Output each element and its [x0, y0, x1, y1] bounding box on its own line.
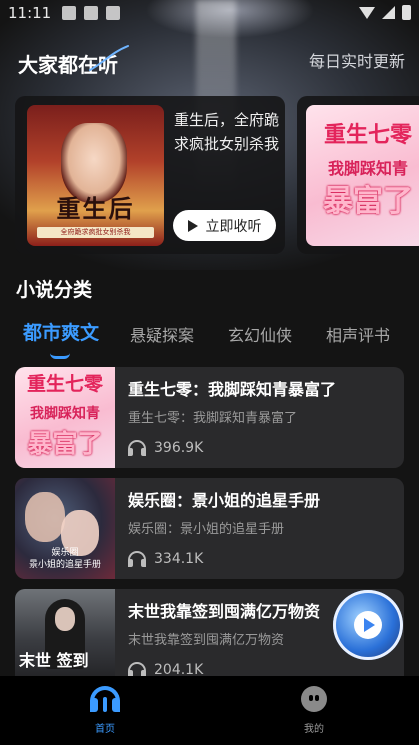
play-icon: [354, 611, 382, 639]
notification-icons: [62, 6, 120, 20]
play-count-value: 334.1K: [154, 551, 204, 567]
font-icon: [84, 6, 98, 20]
nav-me-label: 我的: [304, 724, 324, 735]
category-tabs: 都市爽文 悬疑探案 玄幻仙侠 相声评书: [0, 318, 419, 359]
item-cover: 娱乐圈 景小姐的追星手册: [15, 478, 115, 579]
headphones-icon: [90, 686, 120, 712]
cover-title-art: 重生七零 我脚踩知青 暴富了: [323, 123, 413, 219]
item-cover: 重生七零 我脚踩知青 暴富了: [15, 367, 115, 468]
next-featured-cover[interactable]: 重生七零 我脚踩知青 暴富了: [306, 105, 419, 246]
wifi-icon: [359, 6, 375, 19]
listen-now-label: 立即收听: [205, 218, 262, 235]
headphones-icon: [128, 551, 146, 567]
nav-home[interactable]: 首页: [75, 686, 135, 735]
list-item[interactable]: 娱乐圈 景小姐的追星手册 娱乐圈：景小姐的追星手册 娱乐圈：景小姐的追星手册 3…: [15, 478, 404, 579]
cover-title-art: 末世 签到: [19, 651, 89, 670]
app-icon: [106, 6, 120, 20]
next-featured-card[interactable]: 重生七零 我脚踩知青 暴富了: [297, 96, 419, 254]
tab-fantasy[interactable]: 玄幻仙侠: [228, 322, 292, 346]
title-swoosh-icon: [89, 45, 129, 71]
profile-face-icon: [301, 686, 327, 712]
cover-title-art: 重生后: [56, 194, 135, 223]
floating-player-button[interactable]: [333, 590, 403, 660]
signal-icon: [382, 6, 395, 19]
list-item[interactable]: 重生七零 我脚踩知青 暴富了 重生七零：我脚踩知青暴富了 重生七零：我脚踩知青暴…: [15, 367, 404, 468]
battery-icon: [402, 5, 411, 20]
featured-title[interactable]: 重生后，全府跪求疯批女别杀我: [174, 108, 279, 156]
play-count-value: 396.9K: [154, 440, 204, 456]
header: 大家都在听 每日实时更新: [0, 44, 419, 80]
tab-mystery[interactable]: 悬疑探案: [130, 322, 194, 346]
download-icon: [62, 6, 76, 20]
bottom-nav: 首页 我的: [0, 676, 419, 745]
featured-banner: 重生后 全府跪求疯批女别杀我 重生后，全府跪求疯批女别杀我 立即收听 重生七零 …: [0, 96, 419, 256]
featured-cover[interactable]: 重生后 全府跪求疯批女别杀我: [27, 105, 164, 246]
play-count: 334.1K: [128, 551, 203, 567]
headphones-icon: [128, 440, 146, 456]
play-icon: [187, 219, 198, 232]
item-title: 重生七零：我脚踩知青暴富了: [128, 380, 337, 399]
status-time: 11:11: [8, 4, 52, 22]
featured-card[interactable]: 重生后 全府跪求疯批女别杀我 重生后，全府跪求疯批女别杀我 立即收听: [15, 96, 285, 254]
tab-crosstalk[interactable]: 相声评书: [326, 322, 390, 346]
listen-now-button[interactable]: 立即收听: [173, 210, 276, 241]
item-description: 娱乐圈：景小姐的追星手册: [128, 522, 285, 537]
update-note: 每日实时更新: [308, 52, 405, 71]
tab-urban[interactable]: 都市爽文: [23, 318, 99, 345]
item-cover: 末世 签到: [15, 589, 115, 690]
cover-strip: 全府跪求疯批女别杀我: [37, 227, 154, 238]
play-count: 396.9K: [128, 440, 203, 456]
nav-home-label: 首页: [95, 724, 115, 735]
system-indicators: [359, 5, 411, 20]
cover-title-art: 娱乐圈 景小姐的追星手册: [28, 548, 101, 570]
cover-title-art: 重生七零 我脚踩知青 暴富了: [26, 373, 103, 458]
status-bar: 11:11: [0, 0, 419, 28]
cover-figure: [55, 607, 75, 631]
item-description: 重生七零：我脚踩知青暴富了: [128, 411, 298, 426]
tab-indicator: [50, 353, 70, 359]
section-title: 小说分类: [16, 279, 93, 301]
cover-figure: [25, 492, 65, 542]
item-title: 娱乐圈：景小姐的追星手册: [128, 491, 321, 510]
nav-me[interactable]: 我的: [284, 686, 344, 735]
